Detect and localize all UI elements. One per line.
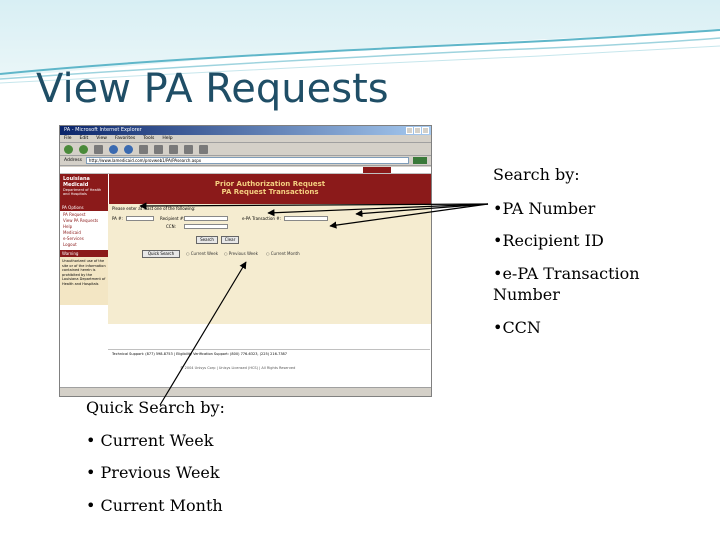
page-copyright: © 2004 Unisys Corp | Unisys Licensed (HC… [180, 366, 296, 370]
banner-line1: Prior Authorization Request [214, 180, 326, 188]
mail-icon[interactable] [184, 144, 193, 154]
nav-item-logout[interactable]: Logout [60, 241, 108, 247]
web-page-content: Louisiana Medicaid Department of Health … [60, 167, 431, 387]
quick-search-current-week: • Current Week [86, 431, 214, 450]
radio-current-month[interactable]: ○ Current Month [266, 251, 300, 256]
print-icon[interactable] [199, 144, 208, 154]
ccn-input[interactable] [184, 224, 228, 229]
address-label: Address [64, 158, 82, 163]
browser-menubar: File Edit View Favorites Tools Help [60, 135, 431, 143]
menu-view[interactable]: View [96, 135, 107, 142]
quick-search-current-month: • Current Month [86, 496, 223, 515]
menu-help[interactable]: Help [162, 135, 172, 142]
search-form: Please enter at least one of the followi… [108, 204, 431, 324]
back-icon[interactable] [64, 144, 73, 154]
medicaid-logo: Louisiana Medicaid Department of Health … [60, 174, 108, 204]
browser-statusbar [60, 387, 431, 396]
search-by-epa-transaction: •e-PA Transaction [493, 264, 640, 283]
menu-tools[interactable]: Tools [143, 135, 154, 142]
banner-line2: PA Request Transactions [221, 188, 319, 196]
radio-current-week-label: Current Week [190, 251, 219, 256]
maximize-icon[interactable] [414, 127, 421, 134]
window-title: PA - Microsoft Internet Explorer [64, 127, 142, 133]
radio-current-week[interactable]: ○ Current Week [186, 251, 218, 256]
quick-search-heading: Quick Search by: [86, 398, 225, 417]
search-by-ccn: •CCN [493, 318, 541, 337]
search-button[interactable]: Search [196, 236, 218, 244]
epa-label: e-PA Transaction #: [242, 216, 281, 221]
ccn-label: CCN: [166, 224, 176, 229]
refresh-icon[interactable] [109, 144, 118, 154]
search-by-epa-transaction-cont: Number [493, 285, 560, 304]
nav-title: PA Options [60, 204, 108, 211]
epa-input[interactable] [284, 216, 328, 221]
page-body: PA Options PA Request View PA Requests H… [60, 204, 431, 324]
page-footer: Technical Support: (877) 598-8753 | Elig… [108, 349, 430, 358]
address-input[interactable]: http://www.lamedicaid.com/provweb1/PA/PA… [85, 157, 409, 164]
quick-search-button[interactable]: Quick Search [142, 250, 180, 258]
page-linkbar [60, 167, 431, 174]
favorites-icon[interactable] [154, 144, 163, 154]
close-icon[interactable] [422, 127, 429, 134]
browser-toolbar [60, 143, 431, 156]
slide-title: View PA Requests [36, 66, 389, 112]
search-by-heading: Search by: [493, 165, 580, 184]
search-icon[interactable] [139, 144, 148, 154]
warning-title: Warning [60, 250, 108, 257]
forward-icon[interactable] [79, 144, 88, 154]
go-button[interactable] [413, 157, 427, 164]
radio-previous-week-label: Previous Week [228, 251, 258, 256]
search-by-pa-number: •PA Number [493, 199, 596, 218]
clear-button[interactable]: Clear [221, 236, 239, 244]
browser-addressbar: Address http://www.lamedicaid.com/provwe… [60, 156, 431, 166]
menu-file[interactable]: File [64, 135, 72, 142]
pa-number-input[interactable] [126, 216, 154, 221]
menu-favorites[interactable]: Favorites [115, 135, 135, 142]
radio-current-month-label: Current Month [270, 251, 300, 256]
browser-window: PA - Microsoft Internet Explorer File Ed… [59, 125, 432, 397]
recipient-input[interactable] [184, 216, 228, 221]
pa-number-label: PA #: [112, 216, 123, 221]
menu-edit[interactable]: Edit [80, 135, 89, 142]
history-icon[interactable] [169, 144, 178, 154]
stop-icon[interactable] [94, 144, 103, 154]
quick-search-previous-week: • Previous Week [86, 463, 220, 482]
logo-line3: Department of Health and Hospitals [63, 188, 102, 196]
window-controls [406, 127, 429, 134]
browser-titlebar: PA - Microsoft Internet Explorer [60, 126, 431, 135]
form-instruction: Please enter at least one of the followi… [112, 206, 196, 211]
help-link[interactable] [363, 167, 391, 173]
radio-previous-week[interactable]: ○ Previous Week [224, 251, 258, 256]
search-by-recipient-id: •Recipient ID [493, 231, 604, 250]
warning-body: Unauthorized use of the site or of the i… [60, 257, 108, 305]
minimize-icon[interactable] [406, 127, 413, 134]
page-banner: Prior Authorization Request PA Request T… [108, 174, 431, 204]
page-header: Louisiana Medicaid Department of Health … [60, 174, 431, 204]
recipient-label: Recipient #: [160, 216, 185, 221]
home-icon[interactable] [124, 144, 133, 154]
side-navigation: PA Options PA Request View PA Requests H… [60, 204, 108, 324]
